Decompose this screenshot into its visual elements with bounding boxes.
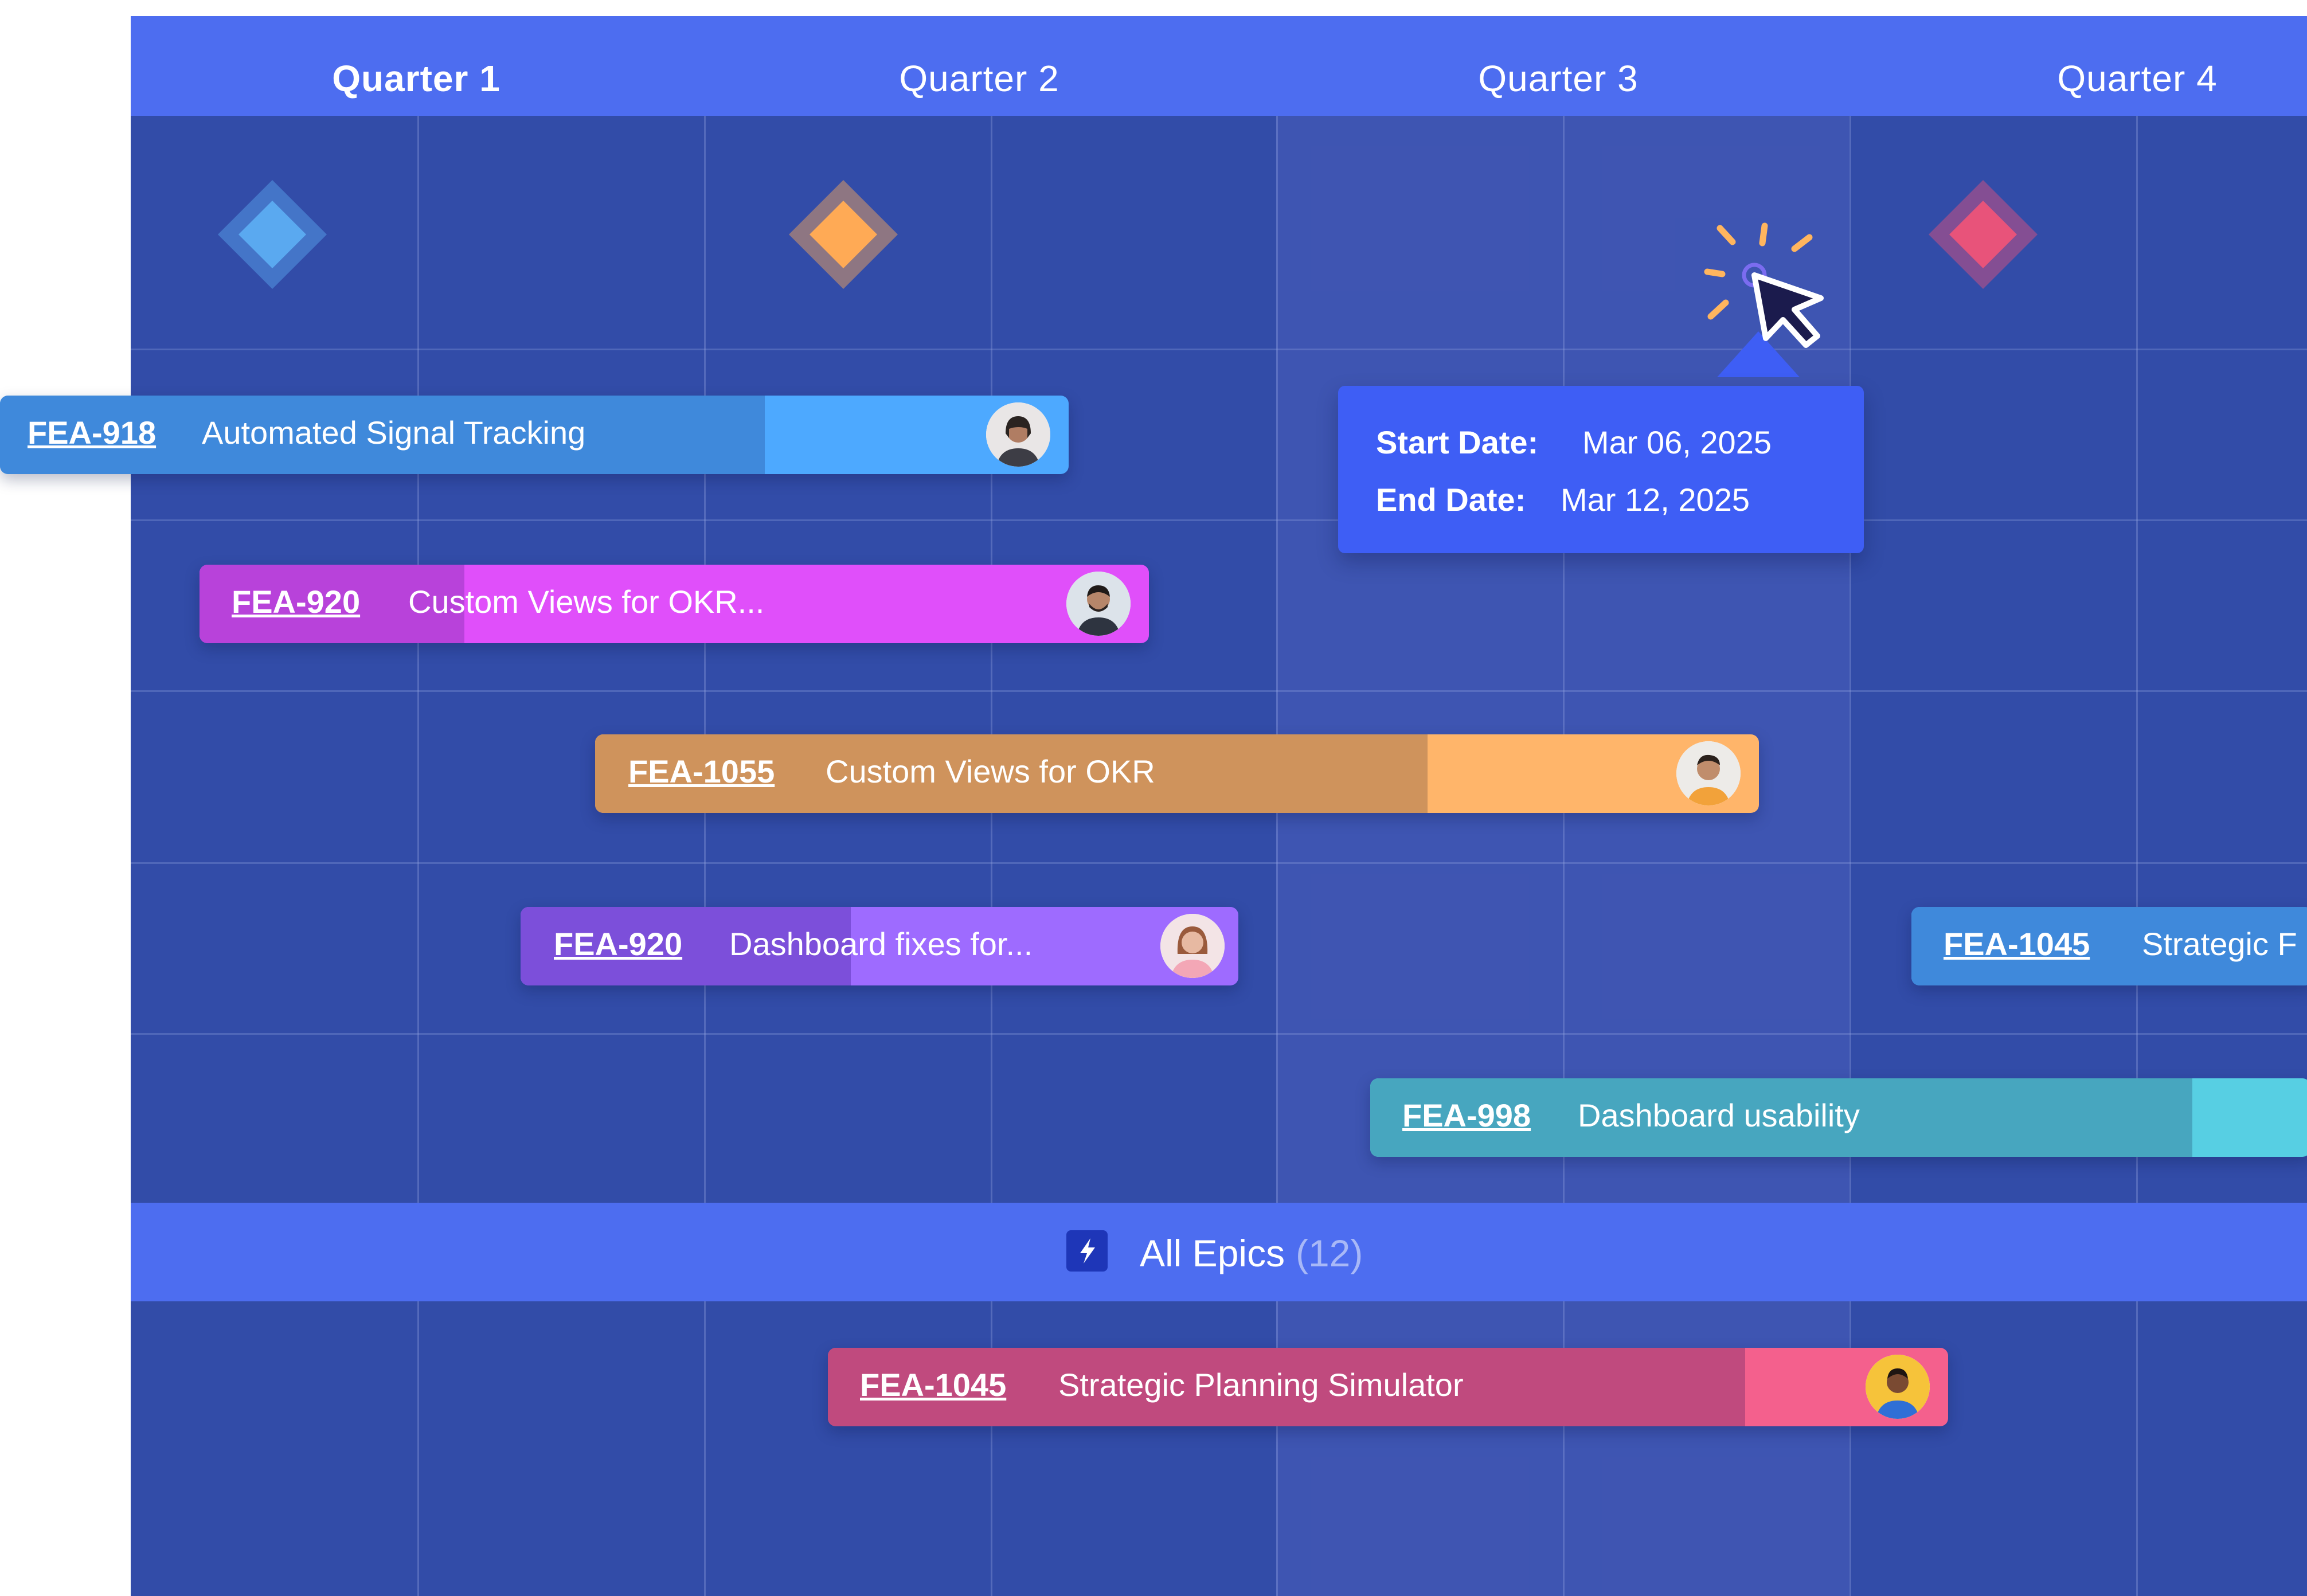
feature-key-link[interactable]: FEA-998 [1402,1097,1531,1134]
feature-title: Dashboard usability [1578,1097,1860,1133]
feature-title: Custom Views for OKR [826,753,1155,789]
grid-line [131,690,2307,692]
milestone-pink-icon[interactable] [1929,180,2038,289]
grid-line [417,116,419,1596]
grid-line [131,519,2307,521]
avatar[interactable] [1866,1355,1930,1419]
quarter-header: Quarter 1 Quarter 2 Quarter 3 Quarter 4 [131,16,2307,116]
end-date-value: Mar 12, 2025 [1561,482,1750,518]
grid-line [131,349,2307,350]
end-date-label: End Date: [1376,482,1526,518]
quarter-label-4[interactable]: Quarter 4 [2057,57,2217,100]
feature-title: Custom Views for OKR... [408,584,765,620]
feature-title: Automated Signal Tracking [202,414,586,451]
quarter-label-3[interactable]: Quarter 3 [1478,57,1638,100]
epics-count: (12) [1296,1232,1363,1274]
epics-label: All Epics [1140,1232,1285,1274]
feature-bar-fea-998[interactable]: FEA-998 Dashboard usability [1370,1078,2307,1157]
start-date-label: Start Date: [1376,424,1539,460]
feature-key-link[interactable]: FEA-920 [232,583,360,620]
date-tooltip: Start Date: Mar 06, 2025 End Date: Mar 1… [1338,386,1864,553]
feature-title: Strategic Planning Simulator [1058,1367,1464,1403]
feature-key-link[interactable]: FEA-1045 [1944,925,2090,963]
feature-key-link[interactable]: FEA-1055 [628,753,775,790]
feature-key-link[interactable]: FEA-918 [28,414,156,451]
click-cursor-icon [1703,218,1835,350]
quarter-label-2[interactable]: Quarter 2 [899,57,1059,100]
lightning-icon [1066,1230,1108,1272]
grid-line [2136,116,2138,1596]
avatar[interactable] [986,402,1050,467]
milestone-orange-icon[interactable] [789,180,898,289]
feature-bar-fea-920[interactable]: FEA-920 Custom Views for OKR... [200,565,1149,643]
quarter-label-1[interactable]: Quarter 1 [332,57,500,100]
grid-line [704,116,706,1596]
avatar[interactable] [1066,572,1131,636]
feature-bar-fea-918[interactable]: FEA-918 Automated Signal Tracking [0,396,1069,474]
epic-bar-fea-1045[interactable]: FEA-1045 Strategic Planning Simulator [828,1348,1948,1426]
avatar[interactable] [1676,741,1741,805]
start-date-value: Mar 06, 2025 [1582,424,1772,460]
avatar[interactable] [1160,914,1225,978]
grid-line [131,1033,2307,1035]
feature-bar-fea-920-dashboard[interactable]: FEA-920 Dashboard fixes for... [521,907,1238,985]
feature-key-link[interactable]: FEA-1045 [860,1366,1006,1403]
feature-bar-fea-1045-partial[interactable]: FEA-1045 Strategic F [1911,907,2307,985]
grid-line [131,862,2307,864]
feature-bar-fea-1055[interactable]: FEA-1055 Custom Views for OKR [595,734,1759,813]
feature-title: Strategic F [2142,926,2297,962]
all-epics-header[interactable]: All Epics (12) [131,1203,2307,1301]
feature-title: Dashboard fixes for... [729,926,1033,962]
milestone-blue-icon[interactable] [218,180,327,289]
feature-key-link[interactable]: FEA-920 [554,925,682,963]
